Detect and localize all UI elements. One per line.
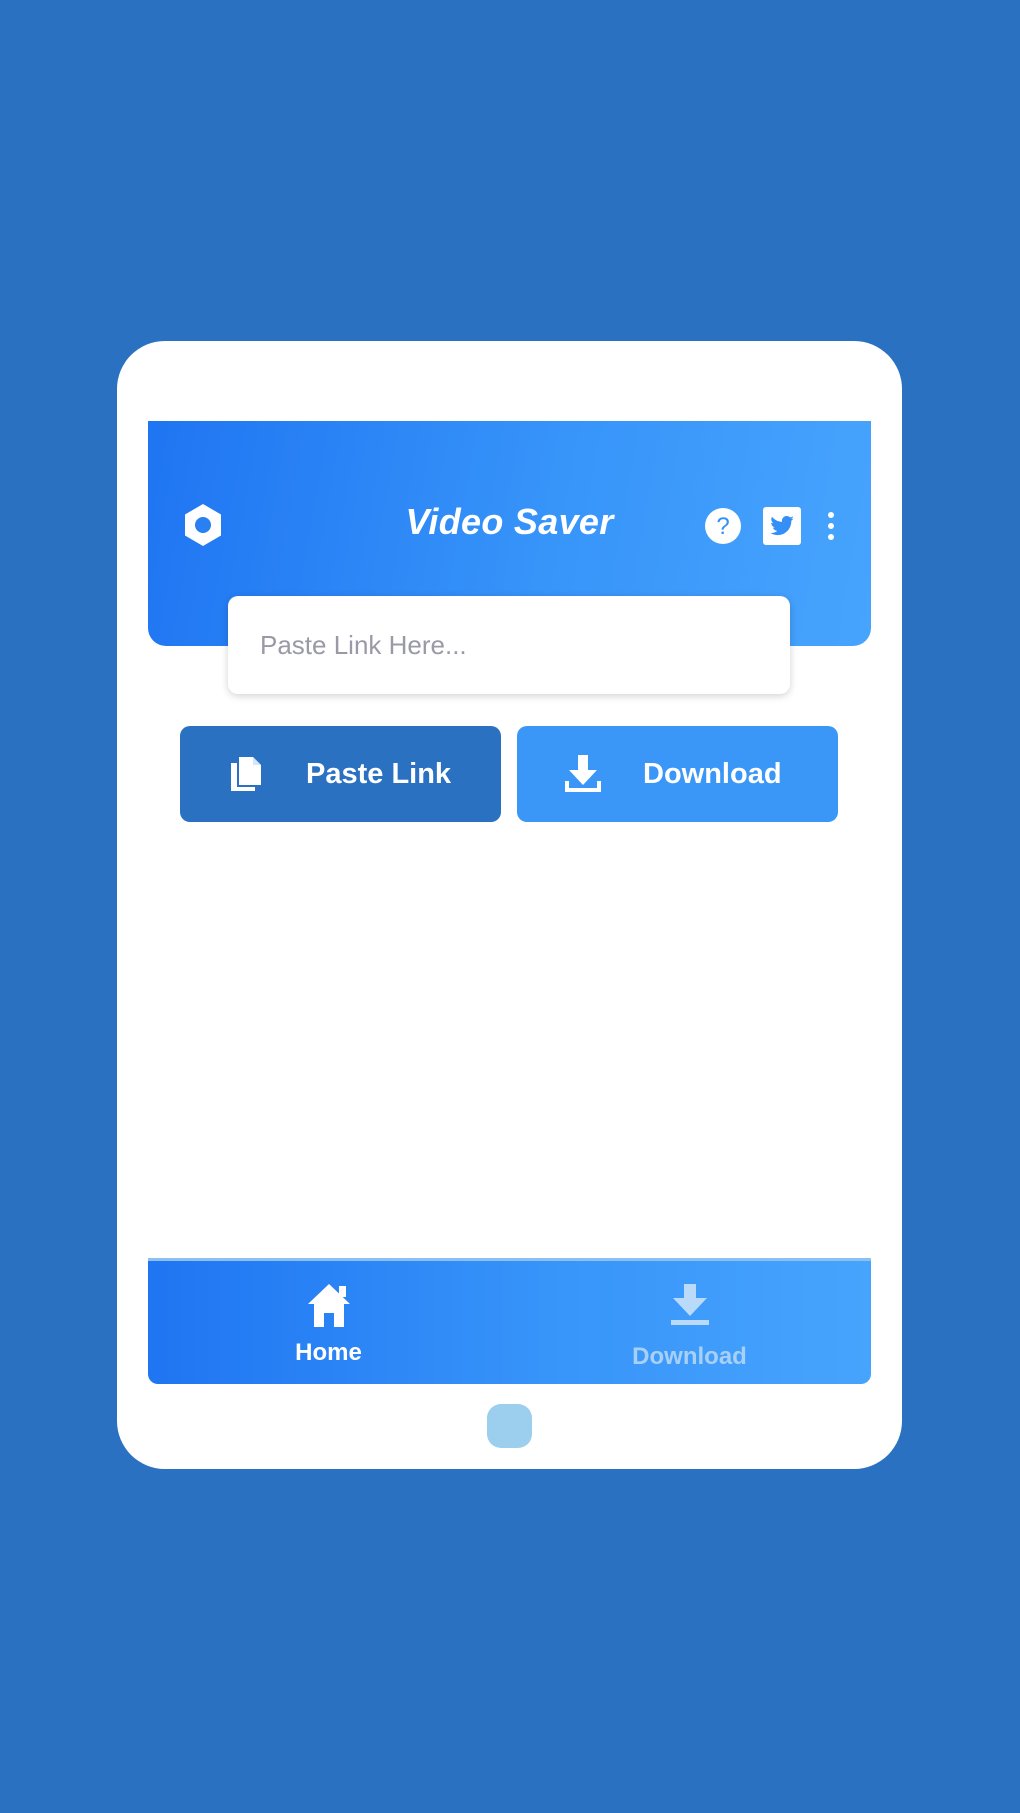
download-icon [559,750,607,798]
download-tab-icon [662,1279,718,1331]
bottom-navigation: Home Download [148,1258,871,1384]
help-icon[interactable]: ? [703,506,743,546]
svg-text:?: ? [716,513,729,540]
app-background: Video Saver ? Paste Link Here... Paste L… [0,0,1020,1813]
paste-link-label: Paste Link [306,757,452,790]
home-icon [301,1279,357,1331]
more-vert-icon[interactable] [821,509,841,543]
tab-download[interactable]: Download [509,1261,870,1384]
app-screen: Video Saver ? Paste Link Here... Paste L… [148,421,871,1384]
tablet-frame: Video Saver ? Paste Link Here... Paste L… [117,341,902,1469]
tab-download-label: Download [632,1343,747,1370]
device-home-button[interactable] [487,1404,532,1448]
link-input[interactable] [228,596,790,694]
twitter-icon[interactable] [762,506,802,546]
tab-home[interactable]: Home [148,1261,509,1384]
copy-icon [222,750,270,798]
tab-home-label: Home [295,1339,362,1366]
link-input-card [228,596,790,694]
download-button[interactable]: Download [517,726,838,822]
download-button-label: Download [643,757,782,790]
paste-link-button[interactable]: Paste Link [180,726,501,822]
